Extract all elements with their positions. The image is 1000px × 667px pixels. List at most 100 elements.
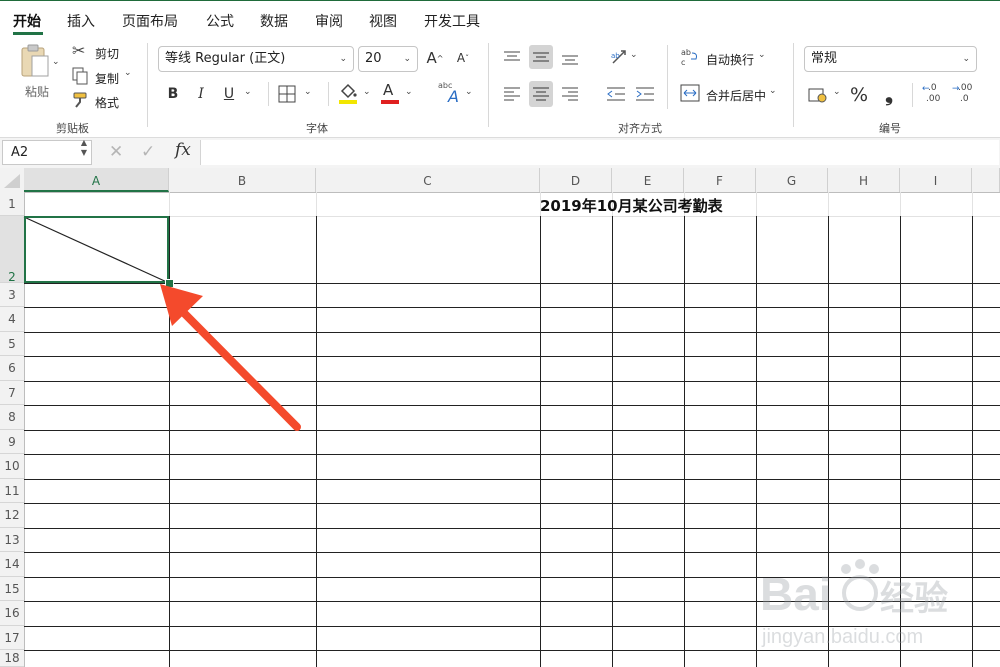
copy-button[interactable]: 复制 ⌄: [70, 67, 140, 87]
group-divider: [793, 43, 794, 127]
underline-chevron-icon[interactable]: ⌄: [244, 87, 252, 97]
divider: [667, 45, 668, 109]
chevron-down-icon: ⌄: [304, 87, 312, 97]
increase-decimal-bottom: .00: [926, 94, 941, 104]
tab-view[interactable]: 视图: [369, 11, 397, 31]
phonetic-guide-button[interactable]: abc A ⌄: [438, 81, 476, 107]
percent-style-button[interactable]: %: [848, 84, 870, 106]
font-size-value: 20: [365, 51, 382, 66]
merge-center-button[interactable]: 合并后居中 ⌄: [680, 83, 790, 107]
chevron-down-icon: ⌄: [405, 87, 413, 97]
formula-bar: A2 ▲ ▼ ✕ ✓ fx: [0, 137, 1000, 169]
decrease-font-size-button[interactable]: Aˇ: [453, 47, 473, 69]
paste-chevron-icon[interactable]: ⌄: [52, 57, 60, 67]
font-group-label: 字体: [306, 122, 328, 135]
align-middle-button[interactable]: [529, 45, 553, 69]
chevron-down-icon: ⌄: [363, 87, 371, 97]
orientation-icon: ab: [611, 50, 626, 64]
align-left-icon: [504, 87, 520, 101]
align-top-button[interactable]: [500, 45, 524, 69]
italic-button[interactable]: I: [190, 83, 212, 105]
group-divider: [488, 43, 489, 127]
ribbon: 开始 插入 页面布局 公式 数据 审阅 视图 开发工具 ⌄ 粘贴 ✂ 剪切 复制…: [0, 0, 1000, 138]
wrap-text-button[interactable]: ab c 自动换行 ⌄: [680, 47, 790, 71]
tab-insert[interactable]: 插入: [67, 11, 95, 31]
svg-text:c: c: [681, 58, 685, 67]
chevron-down-icon: ⌄: [962, 54, 970, 64]
tab-data[interactable]: 数据: [260, 11, 288, 31]
paint-bucket-icon: [340, 83, 357, 99]
formula-input[interactable]: [200, 140, 999, 165]
decrease-indent-button[interactable]: [604, 81, 628, 107]
paste-icon: [21, 44, 49, 77]
copy-icon: [72, 67, 88, 85]
orientation-button[interactable]: ab ⌄: [600, 45, 640, 69]
increase-font-size-button[interactable]: A ^: [425, 47, 445, 69]
font-color-button[interactable]: A ⌄: [380, 81, 418, 107]
increase-indent-icon: [636, 87, 654, 101]
align-center-icon: [533, 87, 549, 101]
increase-decimal-button[interactable]: .0 .00 ←: [922, 83, 946, 107]
divider: [268, 82, 269, 106]
alignment-group-label: 对齐方式: [618, 122, 662, 135]
decrease-decimal-bottom: .0: [960, 94, 969, 104]
number-format-value: 常规: [811, 51, 838, 66]
copy-label: 复制: [95, 72, 120, 86]
group-divider: [147, 43, 148, 127]
number-format-select[interactable]: 常规 ⌄: [804, 46, 977, 72]
name-box-value: A2: [11, 145, 29, 160]
comma-style-button[interactable]: ❟: [879, 82, 899, 106]
svg-text:经验: 经验: [880, 579, 948, 619]
number-group-label: 编号: [879, 122, 901, 135]
tab-review[interactable]: 审阅: [315, 11, 343, 31]
tab-home[interactable]: 开始: [13, 11, 41, 31]
borders-button[interactable]: ⌄: [278, 84, 318, 106]
arrow-shaft: [180, 309, 301, 431]
svg-text:ab: ab: [611, 52, 620, 60]
svg-text:ab: ab: [681, 48, 691, 57]
active-tab-indicator: [13, 32, 43, 35]
format-painter-label: 格式: [95, 96, 120, 110]
chevron-down-icon: ⌄: [339, 54, 347, 64]
font-size-select[interactable]: 20 ⌄: [358, 46, 418, 72]
decrease-decimal-button[interactable]: .00 .0 →: [952, 83, 976, 107]
cancel-edit-button[interactable]: ✕: [109, 142, 123, 162]
stepper-icon[interactable]: ▲ ▼: [81, 138, 87, 158]
align-center-button[interactable]: [529, 81, 553, 107]
confirm-edit-button[interactable]: ✓: [141, 142, 155, 162]
tab-developer[interactable]: 开发工具: [424, 11, 480, 31]
underline-button[interactable]: U: [218, 83, 240, 105]
tab-formulas[interactable]: 公式: [206, 11, 234, 31]
align-top-icon: [504, 51, 520, 61]
format-painter-button[interactable]: 格式: [70, 91, 130, 111]
divider: [328, 82, 329, 106]
insert-function-button[interactable]: fx: [175, 140, 191, 160]
cut-label: 剪切: [95, 47, 120, 61]
align-bottom-icon: [562, 55, 578, 65]
accounting-icon: [808, 88, 827, 103]
merge-cells-icon: [680, 84, 700, 102]
copy-chevron-icon[interactable]: ⌄: [124, 68, 132, 78]
paste-label: 粘贴: [25, 85, 50, 99]
arrow-head: [160, 284, 203, 326]
name-box[interactable]: A2 ▲ ▼: [2, 138, 92, 165]
font-family-select[interactable]: 等线 Regular (正文) ⌄: [158, 46, 354, 72]
increase-indent-button[interactable]: [633, 81, 657, 107]
align-bottom-button[interactable]: [558, 47, 582, 71]
tab-page-layout[interactable]: 页面布局: [122, 11, 178, 31]
bold-button[interactable]: B: [162, 83, 184, 105]
paste-button[interactable]: ⌄ 粘贴: [14, 43, 60, 101]
wrap-text-label: 自动换行: [706, 53, 755, 67]
clipboard-group-label: 剪贴板: [56, 122, 89, 135]
chevron-down-icon: ⌄: [630, 50, 638, 60]
cut-button[interactable]: ✂ 剪切: [70, 41, 130, 63]
svg-text:Bai: Bai: [760, 568, 832, 620]
chevron-down-icon: ⌄: [758, 50, 766, 60]
align-right-button[interactable]: [558, 81, 582, 107]
wrap-text-icon: abc: [681, 48, 697, 67]
fill-color-button[interactable]: ⌄: [338, 83, 376, 107]
accounting-format-button[interactable]: ⌄: [808, 85, 844, 107]
arrow-left-icon: ←: [922, 84, 930, 94]
border-grid-icon: [278, 85, 296, 103]
align-left-button[interactable]: [500, 81, 524, 107]
